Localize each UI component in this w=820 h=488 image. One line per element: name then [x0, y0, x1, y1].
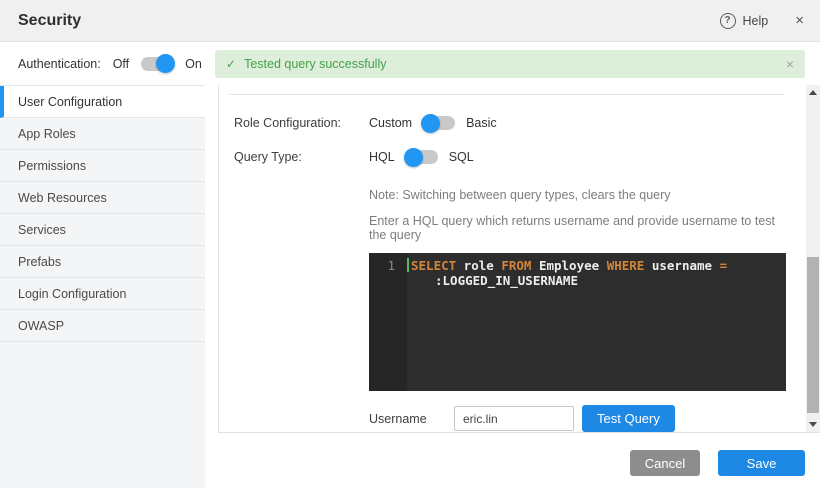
query-type-row: Query Type: HQL SQL	[234, 143, 790, 171]
editor-caret	[407, 258, 409, 272]
save-button[interactable]: Save	[718, 450, 805, 476]
username-input[interactable]	[454, 406, 574, 431]
query-type-options: HQL SQL	[369, 150, 474, 164]
cancel-button[interactable]: Cancel	[630, 450, 700, 476]
code-line: SELECT role FROM Employee WHERE username…	[411, 258, 778, 273]
sidebar-item-label: User Configuration	[18, 95, 122, 109]
role-configuration-label: Role Configuration:	[234, 116, 369, 130]
toggle-knob	[156, 54, 175, 73]
sidebar-item-prefabs[interactable]: Prefabs	[0, 246, 205, 278]
sidebar-item-label: OWASP	[18, 319, 64, 333]
authentication-group: Authentication: Off On	[18, 42, 202, 85]
toggle-knob	[404, 148, 423, 167]
sidebar-item-label: Permissions	[18, 159, 86, 173]
sidebar-item-label: App Roles	[18, 127, 76, 141]
help-link[interactable]: Help	[743, 14, 769, 28]
sidebar: User Configuration App Roles Permissions We…	[0, 85, 205, 488]
scroll-down-icon[interactable]	[809, 422, 817, 427]
sidebar-item-owasp[interactable]: OWASP	[0, 310, 205, 342]
role-configuration-toggle[interactable]	[423, 116, 455, 130]
sidebar-item-app-roles[interactable]: App Roles	[0, 118, 205, 150]
header-actions: ? Help ×	[720, 13, 804, 29]
sidebar-item-label: Prefabs	[18, 255, 61, 269]
close-icon[interactable]: ×	[795, 13, 804, 28]
banner-message: Tested query successfully	[244, 57, 386, 71]
code-content[interactable]: SELECT role FROM Employee WHERE username…	[407, 253, 786, 391]
sidebar-item-web-resources[interactable]: Web Resources	[0, 182, 205, 214]
help-icon[interactable]: ?	[720, 13, 736, 29]
vertical-scrollbar[interactable]	[806, 85, 820, 432]
query-sql-label: SQL	[449, 150, 474, 164]
role-basic-label: Basic	[466, 116, 497, 130]
role-configuration-row: Role Configuration: Custom Basic	[234, 109, 790, 137]
query-instruction-text: Enter a HQL query which returns username…	[369, 214, 790, 242]
banner-close-icon[interactable]: ×	[786, 57, 794, 71]
check-icon: ✓	[226, 57, 236, 71]
authentication-on-label: On	[185, 57, 202, 71]
authentication-toggle[interactable]	[141, 57, 173, 71]
header-bar: Security ? Help ×	[0, 0, 820, 42]
toggle-knob	[421, 114, 440, 133]
authentication-label: Authentication:	[18, 57, 101, 71]
test-query-button[interactable]: Test Query	[582, 405, 675, 432]
query-note-text: Note: Switching between query types, cle…	[369, 188, 790, 202]
role-custom-label: Custom	[369, 116, 412, 130]
code-line: :LOGGED_IN_USERNAME	[411, 273, 778, 288]
username-row: Username Test Query	[369, 405, 790, 432]
sidebar-item-user-configuration[interactable]: User Configuration	[0, 86, 205, 118]
username-label: Username	[369, 412, 454, 426]
sidebar-item-label: Services	[18, 223, 66, 237]
sidebar-item-label: Login Configuration	[18, 287, 126, 301]
section-divider	[229, 94, 784, 95]
success-banner: ✓ Tested query successfully ×	[215, 50, 805, 78]
authentication-row: Authentication: Off On ✓ Tested query su…	[0, 42, 820, 85]
scroll-up-icon[interactable]	[809, 90, 817, 95]
sidebar-item-services[interactable]: Services	[0, 214, 205, 246]
query-hql-label: HQL	[369, 150, 395, 164]
sidebar-item-label: Web Resources	[18, 191, 107, 205]
sidebar-item-login-configuration[interactable]: Login Configuration	[0, 278, 205, 310]
query-type-label: Query Type:	[234, 150, 369, 164]
authentication-off-label: Off	[113, 57, 129, 71]
security-dialog: Security ? Help × Authentication: Off On…	[0, 0, 820, 488]
role-configuration-options: Custom Basic	[369, 116, 497, 130]
scrollbar-thumb[interactable]	[807, 257, 819, 413]
footer-bar: Cancel Save	[218, 432, 820, 488]
query-type-toggle[interactable]	[406, 150, 438, 164]
sidebar-item-permissions[interactable]: Permissions	[0, 150, 205, 182]
editor-line-number: 1	[369, 253, 407, 391]
query-code-editor[interactable]: 1 SELECT role FROM Employee WHERE userna…	[369, 253, 786, 391]
page-title: Security	[18, 12, 81, 30]
main-panel: Role Configuration: Custom Basic Query T…	[218, 85, 790, 432]
